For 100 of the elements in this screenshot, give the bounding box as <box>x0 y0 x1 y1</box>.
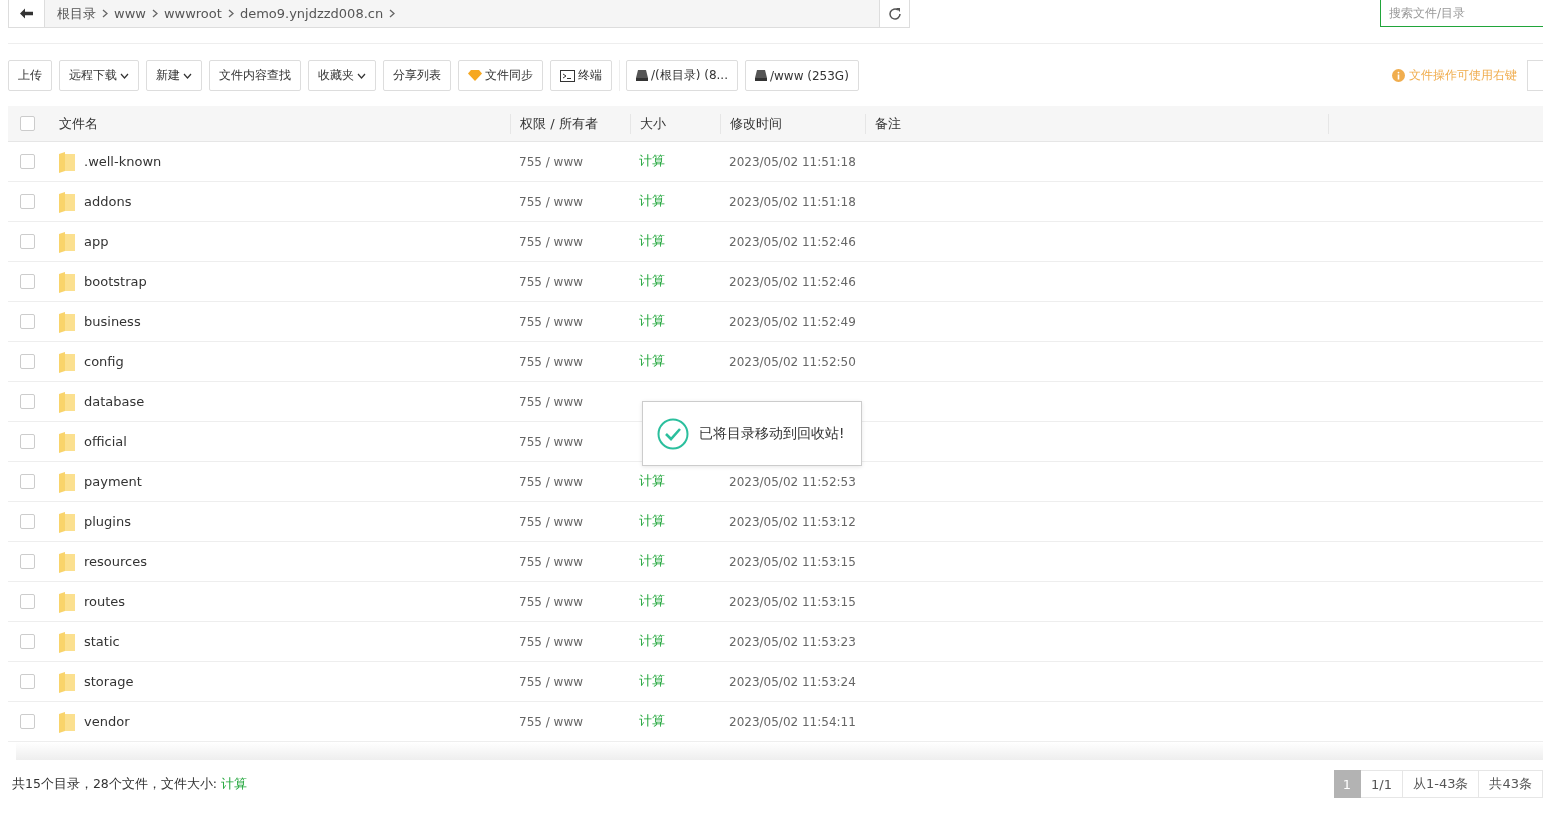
permission-text: 755 / www <box>518 634 585 649</box>
modified-time: 2023/05/02 11:52:46 <box>728 234 857 249</box>
row-checkbox[interactable] <box>20 474 35 489</box>
toolbar-button[interactable]: /(根目录) (8... <box>626 60 738 91</box>
terminal-icon <box>560 69 575 82</box>
modified-time: 2023/05/02 11:54:11 <box>728 714 857 729</box>
folder-name[interactable]: storage <box>84 674 134 689</box>
row-checkbox[interactable] <box>20 594 35 609</box>
refresh-icon <box>887 6 902 21</box>
modified-time: 2023/05/02 11:53:12 <box>728 514 857 529</box>
back-button[interactable] <box>9 0 45 27</box>
toolbar-button[interactable]: /www (253G) <box>745 60 859 91</box>
check-circle-icon <box>657 417 689 450</box>
permission-text: 755 / www <box>518 394 585 409</box>
folder-name[interactable]: config <box>84 354 124 369</box>
permission-text: 755 / www <box>518 554 585 569</box>
toolbar-button[interactable]: 远程下载 <box>59 60 139 91</box>
caret-down-icon <box>120 72 129 79</box>
folder-icon <box>58 510 76 533</box>
permission-text: 755 / www <box>518 434 585 449</box>
row-checkbox[interactable] <box>20 354 35 369</box>
permission-text: 755 / www <box>518 514 585 529</box>
folder-icon <box>58 430 76 453</box>
folder-icon <box>58 190 76 213</box>
row-checkbox[interactable] <box>20 674 35 689</box>
folder-icon <box>58 310 76 333</box>
row-checkbox[interactable] <box>20 194 35 209</box>
toolbar-button[interactable]: 文件同步 <box>458 60 543 91</box>
folder-name[interactable]: bootstrap <box>84 274 147 289</box>
modified-time: 2023/05/02 11:52:50 <box>728 354 857 369</box>
folder-name[interactable]: app <box>84 234 109 249</box>
modified-time: 2023/05/02 11:53:15 <box>728 554 857 569</box>
folder-icon <box>58 470 76 493</box>
column-header[interactable]: 权限 / 所有者 <box>511 113 631 134</box>
folder-name[interactable]: payment <box>84 474 142 489</box>
search-field[interactable]: 搜索文件/目录 <box>1380 0 1543 27</box>
row-checkbox[interactable] <box>20 154 35 169</box>
row-checkbox[interactable] <box>20 434 35 449</box>
folder-name[interactable]: database <box>84 394 145 409</box>
column-header[interactable]: 大小 <box>631 113 721 134</box>
permission-text: 755 / www <box>518 354 585 369</box>
row-checkbox[interactable] <box>20 714 35 729</box>
folder-name[interactable]: business <box>84 314 141 329</box>
column-header[interactable]: 文件名 <box>50 113 511 134</box>
permission-text: 755 / www <box>518 714 585 729</box>
chevron-right-icon <box>227 9 234 18</box>
folder-name[interactable]: resources <box>84 554 147 569</box>
row-checkbox[interactable] <box>20 274 35 289</box>
row-checkbox[interactable] <box>20 634 35 649</box>
chevron-right-icon <box>389 9 396 18</box>
modified-time: 2023/05/02 11:53:23 <box>728 634 857 649</box>
row-checkbox[interactable] <box>20 234 35 249</box>
breadcrumb-link[interactable]: wwwroot <box>157 6 228 21</box>
folder-name[interactable]: .well-known <box>84 154 162 169</box>
row-checkbox[interactable] <box>20 554 35 569</box>
permission-text: 755 / www <box>518 314 585 329</box>
folder-icon <box>58 350 76 373</box>
folder-name[interactable]: static <box>84 634 120 649</box>
folder-name[interactable]: addons <box>84 194 132 209</box>
toolbar-button[interactable]: 分享列表 <box>383 60 451 91</box>
folder-icon <box>58 670 76 693</box>
pagination-button[interactable]: 从1-43条 <box>1402 770 1480 798</box>
row-checkbox[interactable] <box>20 394 35 409</box>
pagination-button[interactable]: 共43条 <box>1479 770 1543 798</box>
toolbar-button[interactable]: 新建 <box>146 60 202 91</box>
permission-text: 755 / www <box>518 594 585 609</box>
back-arrow-icon <box>20 8 33 19</box>
toolbar-button[interactable]: 终端 <box>550 60 612 91</box>
row-checkbox[interactable] <box>20 314 35 329</box>
folder-name[interactable]: routes <box>84 594 126 609</box>
breadcrumb-link[interactable]: www <box>108 6 152 21</box>
folder-icon <box>58 710 76 733</box>
folder-name[interactable]: official <box>84 434 127 449</box>
modified-time: 2023/05/02 11:53:15 <box>728 594 857 609</box>
permission-text: 755 / www <box>518 234 585 249</box>
edge-button[interactable] <box>1527 60 1543 91</box>
diamond-icon <box>468 70 482 81</box>
caret-down-icon <box>357 72 366 79</box>
folder-name[interactable]: vendor <box>84 714 130 729</box>
modified-time: 2023/05/02 11:51:18 <box>728 154 857 169</box>
breadcrumb-link[interactable]: 根目录 <box>51 4 102 23</box>
modified-time: 2023/05/02 11:52:46 <box>728 274 857 289</box>
permission-text: 755 / www <box>518 674 585 689</box>
column-header[interactable]: 修改时间 <box>721 113 866 134</box>
folder-icon <box>58 630 76 653</box>
caret-down-icon <box>183 72 192 79</box>
modified-time: 2023/05/02 11:51:18 <box>728 194 857 209</box>
column-header[interactable]: 备注 <box>866 113 1329 134</box>
folder-name[interactable]: plugins <box>84 514 131 529</box>
toolbar-button[interactable]: 文件内容查找 <box>209 60 301 91</box>
pagination-button[interactable]: 1/1 <box>1361 770 1403 798</box>
folder-icon <box>58 590 76 613</box>
toast: 已将目录移动到回收站! <box>642 401 862 466</box>
select-all-checkbox[interactable] <box>20 116 35 131</box>
row-checkbox[interactable] <box>20 514 35 529</box>
breadcrumb-link[interactable]: demo9.ynjdzzd008.cn <box>233 6 390 21</box>
toolbar-button[interactable]: 上传 <box>8 60 52 91</box>
refresh-button[interactable] <box>879 0 909 27</box>
toolbar-button[interactable]: 收藏夹 <box>308 60 376 91</box>
summary-text: 共15个目录，28个文件，文件大小: 计算 <box>12 775 247 793</box>
